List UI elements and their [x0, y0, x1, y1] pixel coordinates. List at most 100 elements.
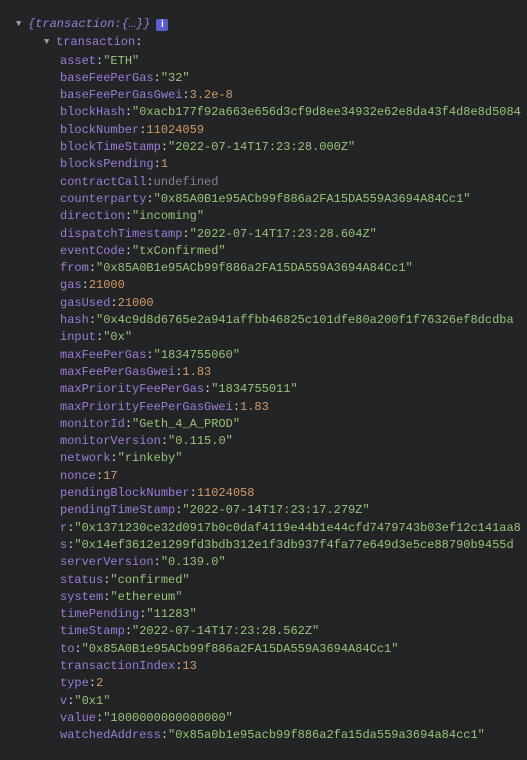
property-value: 1.83: [182, 364, 211, 381]
property-row[interactable]: monitorId: "Geth_4_A_PROD": [16, 416, 527, 433]
root-key: transaction: [35, 17, 114, 31]
property-key: status: [60, 572, 103, 589]
property-row[interactable]: eventCode: "txConfirmed": [16, 243, 527, 260]
property-key: transactionIndex: [60, 658, 175, 675]
chevron-down-icon[interactable]: ▼: [44, 34, 54, 51]
property-key: blockNumber: [60, 122, 139, 139]
property-value: "0x85A0B1e95ACb99f886a2FA15DA559A3694A84…: [96, 260, 413, 277]
property-value: 11024058: [197, 485, 255, 502]
property-key: network: [60, 450, 110, 467]
property-key: maxFeePerGasGwei: [60, 364, 175, 381]
property-row[interactable]: v: "0x1": [16, 693, 527, 710]
property-key: blockTimeStamp: [60, 139, 161, 156]
property-key: timePending: [60, 606, 139, 623]
property-key: input: [60, 329, 96, 346]
property-row[interactable]: direction: "incoming": [16, 208, 527, 225]
property-row[interactable]: serverVersion: "0.139.0": [16, 554, 527, 571]
property-key: asset: [60, 53, 96, 70]
property-key: eventCode: [60, 243, 125, 260]
json-tree-viewer: ▼ {transaction: {…} } i ▼ transaction: a…: [0, 0, 527, 760]
property-value: "0.139.0": [161, 554, 226, 571]
property-key: maxPriorityFeePerGas: [60, 381, 204, 398]
property-row[interactable]: to: "0x85A0B1e95ACb99f886a2FA15DA559A369…: [16, 641, 527, 658]
property-row[interactable]: maxPriorityFeePerGasGwei: 1.83: [16, 399, 527, 416]
object-key: transaction: [56, 34, 135, 51]
property-key: gas: [60, 277, 82, 294]
property-value: "1834755060": [154, 347, 240, 364]
property-row[interactable]: nonce: 17: [16, 468, 527, 485]
property-row[interactable]: blocksPending: 1: [16, 156, 527, 173]
chevron-down-icon[interactable]: ▼: [16, 16, 26, 33]
property-value: "0x1371230ce32d0917b0c0daf4119e44b1e44cf…: [74, 520, 520, 537]
property-row[interactable]: contractCall: undefined: [16, 174, 527, 191]
property-value: "32": [161, 70, 190, 87]
tree-node-transaction[interactable]: ▼ transaction:: [16, 34, 527, 52]
property-row[interactable]: system: "ethereum": [16, 589, 527, 606]
property-value: "Geth_4_A_PROD": [132, 416, 240, 433]
property-value: "1000000000000000": [103, 710, 233, 727]
property-row[interactable]: gasUsed: 21000: [16, 295, 527, 312]
tree-root-row[interactable]: ▼ {transaction: {…} } i: [16, 16, 527, 34]
property-row[interactable]: blockNumber: 11024059: [16, 122, 527, 139]
property-row[interactable]: baseFeePerGas: "32": [16, 70, 527, 87]
property-value: "0x14ef3612e1299fd3bdb312e1f3db937f4fa77…: [74, 537, 513, 554]
property-row[interactable]: maxFeePerGasGwei: 1.83: [16, 364, 527, 381]
property-key: baseFeePerGas: [60, 70, 154, 87]
property-key: baseFeePerGasGwei: [60, 87, 182, 104]
property-value: "0x85a0b1e95acb99f886a2fa15da559a3694a84…: [168, 727, 485, 744]
property-value: undefined: [154, 174, 219, 191]
property-row[interactable]: blockTimeStamp: "2022-07-14T17:23:28.000…: [16, 139, 527, 156]
property-row[interactable]: asset: "ETH": [16, 53, 527, 70]
property-row[interactable]: maxPriorityFeePerGas: "1834755011": [16, 381, 527, 398]
property-row[interactable]: pendingTimeStamp: "2022-07-14T17:23:17.2…: [16, 502, 527, 519]
property-row[interactable]: status: "confirmed": [16, 572, 527, 589]
property-value: "0x1": [74, 693, 110, 710]
property-key: blocksPending: [60, 156, 154, 173]
property-row[interactable]: gas: 21000: [16, 277, 527, 294]
property-key: hash: [60, 312, 89, 329]
property-value: 13: [182, 658, 196, 675]
property-row[interactable]: from: "0x85A0B1e95ACb99f886a2FA15DA559A3…: [16, 260, 527, 277]
property-value: 2: [96, 675, 103, 692]
property-row[interactable]: value: "1000000000000000": [16, 710, 527, 727]
property-key: maxFeePerGas: [60, 347, 146, 364]
property-row[interactable]: watchedAddress: "0x85a0b1e95acb99f886a2f…: [16, 727, 527, 744]
property-row[interactable]: blockHash: "0xacb177f92a663e656d3cf9d8ee…: [16, 104, 527, 121]
property-value: "0x85A0B1e95ACb99f886a2FA15DA559A3694A84…: [154, 191, 471, 208]
property-row[interactable]: s: "0x14ef3612e1299fd3bdb312e1f3db937f4f…: [16, 537, 527, 554]
property-value: "txConfirmed": [132, 243, 226, 260]
property-key: v: [60, 693, 67, 710]
property-row[interactable]: type: 2: [16, 675, 527, 692]
property-value: "incoming": [132, 208, 204, 225]
property-row[interactable]: r: "0x1371230ce32d0917b0c0daf4119e44b1e4…: [16, 520, 527, 537]
property-row[interactable]: dispatchTimestamp: "2022-07-14T17:23:28.…: [16, 226, 527, 243]
property-row[interactable]: input: "0x": [16, 329, 527, 346]
property-value: "2022-07-14T17:23:17.279Z": [182, 502, 369, 519]
property-key: s: [60, 537, 67, 554]
property-row[interactable]: baseFeePerGasGwei: 3.2e-8: [16, 87, 527, 104]
property-row[interactable]: transactionIndex: 13: [16, 658, 527, 675]
property-value: "rinkeby": [118, 450, 183, 467]
info-icon[interactable]: i: [156, 19, 168, 31]
property-key: value: [60, 710, 96, 727]
property-value: "ETH": [103, 53, 139, 70]
property-row[interactable]: pendingBlockNumber: 11024058: [16, 485, 527, 502]
property-row[interactable]: hash: "0x4c9d8d6765e2a941affbb46825c101d…: [16, 312, 527, 329]
property-key: to: [60, 641, 74, 658]
property-key: gasUsed: [60, 295, 110, 312]
property-key: blockHash: [60, 104, 125, 121]
property-key: nonce: [60, 468, 96, 485]
property-key: monitorId: [60, 416, 125, 433]
property-row[interactable]: timePending: "11283": [16, 606, 527, 623]
property-value: 21000: [118, 295, 154, 312]
property-row[interactable]: maxFeePerGas: "1834755060": [16, 347, 527, 364]
property-row[interactable]: monitorVersion: "0.115.0": [16, 433, 527, 450]
object-preview: {…}: [122, 16, 144, 33]
property-value: "0x85A0B1e95ACb99f886a2FA15DA559A3694A84…: [82, 641, 399, 658]
property-key: monitorVersion: [60, 433, 161, 450]
property-value: 11024059: [146, 122, 204, 139]
property-row[interactable]: timeStamp: "2022-07-14T17:23:28.562Z": [16, 623, 527, 640]
property-row[interactable]: counterparty: "0x85A0B1e95ACb99f886a2FA1…: [16, 191, 527, 208]
property-value: "11283": [146, 606, 196, 623]
property-row[interactable]: network: "rinkeby": [16, 450, 527, 467]
